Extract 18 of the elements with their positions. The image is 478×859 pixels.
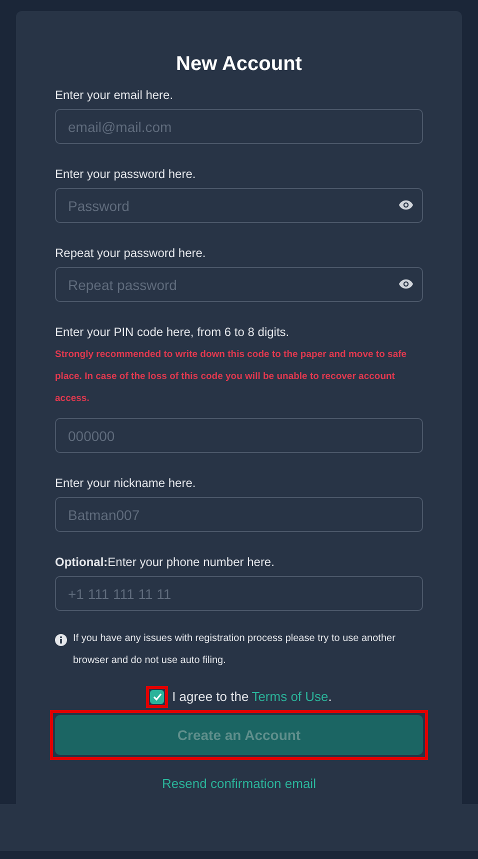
field-label: Repeat your password here. <box>55 245 207 261</box>
warning-text: Strongly recommended to write down this code to the paper and move to safe place. In case of the loss of this code you will be unable to recover account access. <box>55 348 408 406</box>
field-label: Optional:Enter your phone number here. <box>55 554 276 570</box>
notice-text: If you have any issues with registration process please try to use another browser and do not use auto filing. <box>73 632 396 668</box>
eye-icon[interactable] <box>399 279 413 289</box>
field-label: Enter your PIN code here, from 6 to 8 digits. <box>55 324 290 340</box>
field-label: Enter your nickname here. <box>55 475 197 491</box>
field-label: Enter your email here. <box>55 87 174 103</box>
period-text: . <box>328 688 332 706</box>
info-icon <box>55 634 67 646</box>
field-label: Enter your password here. <box>55 166 197 182</box>
agree-checkbox[interactable] <box>150 690 164 704</box>
terms-link[interactable]: Terms of Use <box>252 687 328 707</box>
agree-label: I agree to the <box>172 688 249 706</box>
resend-link[interactable]: Resend confirmation email <box>162 774 316 794</box>
form-title: New Account <box>175 52 303 77</box>
check-icon <box>152 693 162 701</box>
eye-icon[interactable] <box>399 200 413 210</box>
